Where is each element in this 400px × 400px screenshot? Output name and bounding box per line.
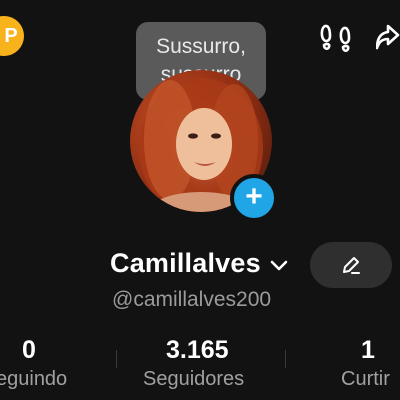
add-story-button[interactable]: + xyxy=(230,174,278,222)
stat-followers-value[interactable]: 3.165 xyxy=(166,336,229,365)
stat-following-label[interactable]: eguindo xyxy=(0,368,67,391)
footprints-icon[interactable] xyxy=(318,20,354,56)
stats-divider xyxy=(285,350,286,368)
profile-handle: @camillalves200 xyxy=(112,288,272,311)
stats-divider xyxy=(116,350,117,368)
pencil-icon xyxy=(343,257,360,274)
stat-likes-value[interactable]: 1 xyxy=(361,336,375,365)
chevron-down-icon[interactable] xyxy=(268,254,290,276)
coin-badge[interactable]: P xyxy=(0,16,24,56)
share-icon[interactable] xyxy=(376,22,400,54)
stat-likes-label[interactable]: Curtir xyxy=(341,368,390,391)
stat-following-value[interactable]: 0 xyxy=(22,336,36,365)
stat-followers-label[interactable]: Seguidores xyxy=(143,368,244,391)
coin-icon: P xyxy=(4,24,18,47)
plus-icon: + xyxy=(245,180,263,213)
edit-profile-button[interactable] xyxy=(310,242,392,288)
tooltip-line-1: Sussurro, xyxy=(156,35,246,58)
profile-name[interactable]: Camillalves xyxy=(110,248,261,279)
